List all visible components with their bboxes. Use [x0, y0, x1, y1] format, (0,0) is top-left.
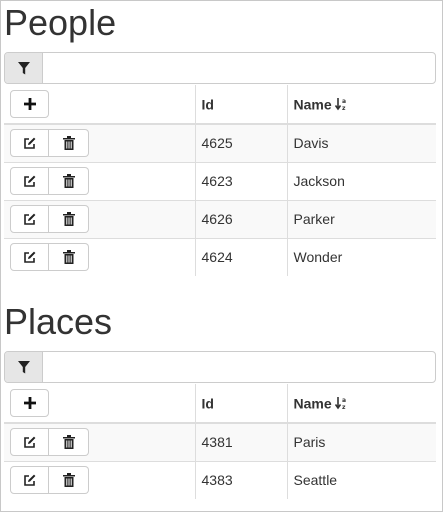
- row-actions: [4, 460, 195, 499]
- name-cell: Paris: [286, 422, 436, 461]
- row-action-group: [10, 466, 89, 495]
- people-table: Id Name a z 4625 Davis 4623 Jackson 4626…: [4, 85, 436, 276]
- svg-text:z: z: [342, 404, 346, 411]
- filter-icon: [17, 360, 30, 373]
- edit-icon: [24, 175, 36, 187]
- edit-button[interactable]: [10, 205, 49, 233]
- add-place-button[interactable]: [10, 389, 49, 417]
- delete-button[interactable]: [49, 428, 89, 457]
- row-action-group: [10, 428, 89, 457]
- row-actions: [4, 123, 195, 162]
- svg-text:a: a: [342, 397, 346, 404]
- id-cell: 4383: [194, 460, 287, 499]
- edit-icon: [24, 137, 36, 149]
- table-row: 4624 Wonder: [4, 237, 436, 276]
- people-title: People: [4, 2, 117, 43]
- trash-icon: [62, 136, 75, 151]
- filter-icon: [17, 61, 30, 74]
- row-actions: [4, 199, 195, 238]
- row-actions: [4, 422, 195, 461]
- table-row: 4381 Paris: [4, 422, 436, 461]
- name-cell: Parker: [286, 199, 436, 238]
- people-filter-input[interactable]: [43, 53, 435, 85]
- places-rows: 4381 Paris 4383 Seattle: [4, 422, 436, 499]
- name-column-header[interactable]: Name a z: [286, 85, 436, 125]
- places-filter-button[interactable]: [5, 352, 43, 382]
- delete-button[interactable]: [49, 243, 89, 272]
- table-header-row: Id Name a z: [4, 85, 436, 125]
- table-row: 4623 Jackson: [4, 161, 436, 200]
- actions-header: [4, 85, 195, 125]
- edit-icon: [24, 474, 36, 486]
- trash-icon: [62, 212, 75, 226]
- delete-button[interactable]: [49, 167, 89, 195]
- edit-button[interactable]: [10, 243, 49, 272]
- id-cell: 4625: [194, 123, 287, 162]
- row-actions: [4, 237, 195, 276]
- row-action-group: [10, 129, 89, 158]
- table-row: 4625 Davis: [4, 123, 436, 162]
- svg-text:z: z: [342, 105, 346, 112]
- table-row: 4626 Parker: [4, 199, 436, 238]
- id-cell: 4626: [194, 199, 287, 238]
- id-cell: 4623: [194, 161, 287, 200]
- edit-icon: [24, 436, 36, 448]
- row-action-group: [10, 167, 89, 195]
- delete-button[interactable]: [49, 129, 89, 158]
- plus-icon: [23, 98, 36, 110]
- places-title: Places: [4, 301, 113, 342]
- edit-button[interactable]: [10, 466, 49, 495]
- edit-button[interactable]: [10, 167, 49, 195]
- name-cell: Wonder: [286, 237, 436, 276]
- id-column-header[interactable]: Id: [194, 384, 287, 424]
- people-rows: 4625 Davis 4623 Jackson 4626 Parker 4624…: [4, 123, 436, 276]
- sort-alpha-icon: az: [334, 98, 346, 112]
- people-filter-button[interactable]: [5, 53, 43, 83]
- name-cell: Seattle: [286, 460, 436, 499]
- edit-button[interactable]: [10, 428, 49, 457]
- people-filter-group: [4, 52, 436, 85]
- delete-button[interactable]: [49, 466, 89, 495]
- table-header-row: Id Name a z: [4, 384, 436, 424]
- edit-icon: [24, 213, 36, 225]
- svg-text:a: a: [342, 98, 346, 105]
- trash-icon: [62, 250, 75, 265]
- delete-button[interactable]: [49, 205, 89, 233]
- table-row: 4383 Seattle: [4, 460, 436, 499]
- add-person-button[interactable]: [10, 90, 49, 118]
- edit-button[interactable]: [10, 129, 49, 158]
- places-filter-input[interactable]: [43, 352, 435, 384]
- name-cell: Jackson: [286, 161, 436, 200]
- id-cell: 4624: [194, 237, 287, 276]
- id-cell: 4381: [194, 422, 287, 461]
- trash-icon: [62, 473, 75, 488]
- trash-icon: [62, 435, 75, 450]
- row-action-group: [10, 205, 89, 233]
- name-cell: Davis: [286, 123, 436, 162]
- sort-alpha-icon: az: [334, 397, 346, 411]
- id-column-header[interactable]: Id: [194, 85, 287, 125]
- row-actions: [4, 161, 195, 200]
- trash-icon: [62, 174, 75, 188]
- plus-icon: [23, 397, 36, 409]
- actions-header: [4, 384, 195, 424]
- places-table: Id Name a z 4381 Paris 4383 Seattle: [4, 384, 436, 499]
- places-filter-group: [4, 351, 436, 384]
- edit-icon: [24, 251, 36, 263]
- row-action-group: [10, 243, 89, 272]
- name-column-header[interactable]: Name a z: [286, 384, 436, 424]
